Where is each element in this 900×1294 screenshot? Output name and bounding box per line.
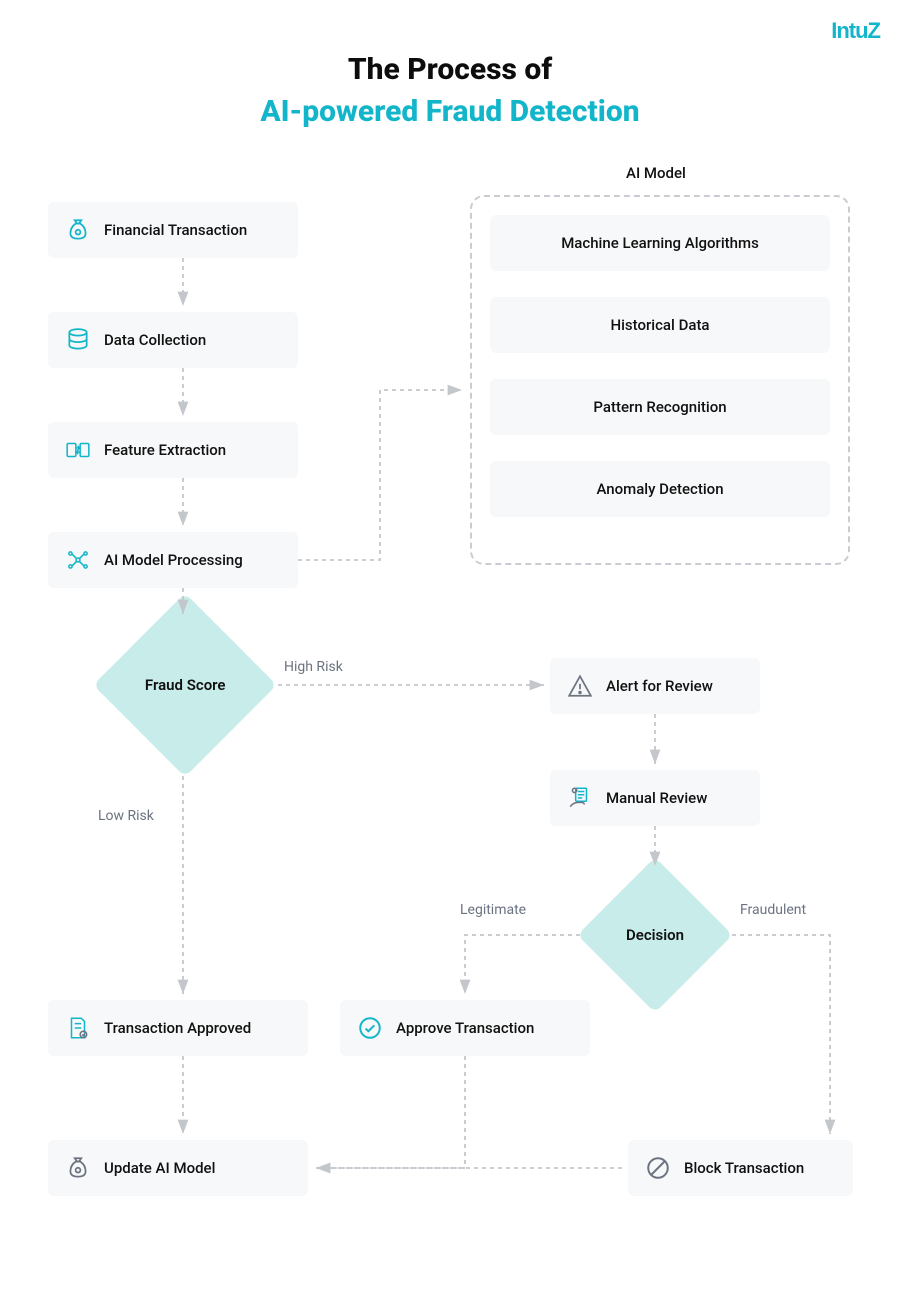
- node-decision: Decision: [577, 857, 733, 1013]
- ai-model-group-title: AI Model: [626, 164, 686, 182]
- node-label: Data Collection: [104, 331, 206, 349]
- node-label: Feature Extraction: [104, 441, 226, 459]
- extract-icon: [64, 436, 92, 464]
- warning-icon: [566, 672, 594, 700]
- node-financial-transaction: Financial Transaction: [48, 202, 298, 258]
- edge-label-high-risk: High Risk: [284, 659, 343, 675]
- node-label: Approve Transaction: [396, 1019, 534, 1037]
- node-fraud-score: Fraud Score: [93, 593, 277, 777]
- edge-label-low-risk: Low Risk: [98, 808, 154, 824]
- edge-label-fraudulent: Fraudulent: [740, 902, 806, 918]
- network-icon: [64, 546, 92, 574]
- node-label: Manual Review: [606, 789, 707, 807]
- node-label: Historical Data: [610, 316, 709, 334]
- node-label: Fraud Score: [145, 676, 226, 694]
- node-anomaly-detection: Anomaly Detection: [490, 461, 830, 517]
- money-bag-icon: [64, 1154, 92, 1182]
- node-manual-review: Manual Review: [550, 770, 760, 826]
- node-label: Transaction Approved: [104, 1019, 251, 1037]
- node-label: Alert for Review: [606, 677, 713, 695]
- node-label: AI Model Processing: [104, 551, 243, 569]
- page-title-line1: The Process of: [0, 52, 900, 87]
- hand-document-icon: [566, 784, 594, 812]
- node-transaction-approved: Transaction Approved: [48, 1000, 308, 1056]
- node-alert-for-review: Alert for Review: [550, 658, 760, 714]
- document-check-icon: [64, 1014, 92, 1042]
- node-label: Decision: [626, 926, 684, 944]
- node-label: Financial Transaction: [104, 221, 247, 239]
- node-label: Anomaly Detection: [596, 480, 723, 498]
- node-pattern-recognition: Pattern Recognition: [490, 379, 830, 435]
- node-feature-extraction: Feature Extraction: [48, 422, 298, 478]
- money-bag-icon: [64, 216, 92, 244]
- database-icon: [64, 326, 92, 354]
- node-label: Update AI Model: [104, 1159, 215, 1177]
- ai-model-group: Machine Learning Algorithms Historical D…: [470, 195, 850, 565]
- check-circle-icon: [356, 1014, 384, 1042]
- node-ml-algorithms: Machine Learning Algorithms: [490, 215, 830, 271]
- node-label: Block Transaction: [684, 1159, 804, 1177]
- page-title-line2: AI-powered Fraud Detection: [0, 94, 900, 129]
- node-data-collection: Data Collection: [48, 312, 298, 368]
- node-approve-transaction: Approve Transaction: [340, 1000, 590, 1056]
- node-block-transaction: Block Transaction: [628, 1140, 853, 1196]
- block-icon: [644, 1154, 672, 1182]
- node-label: Pattern Recognition: [593, 398, 726, 416]
- edge-label-legitimate: Legitimate: [460, 902, 526, 918]
- node-label: Machine Learning Algorithms: [561, 234, 759, 252]
- node-update-ai-model: Update AI Model: [48, 1140, 308, 1196]
- node-ai-model-processing: AI Model Processing: [48, 532, 298, 588]
- node-historical-data: Historical Data: [490, 297, 830, 353]
- brand-logo: IntuZ: [831, 18, 880, 44]
